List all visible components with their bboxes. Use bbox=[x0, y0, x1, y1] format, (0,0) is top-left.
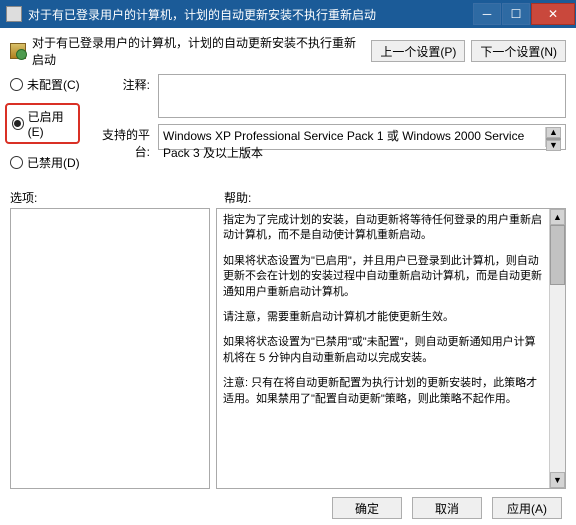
radio-label: 未配置(C) bbox=[27, 76, 80, 93]
radio-not-configured[interactable]: 未配置(C) bbox=[10, 76, 80, 93]
comment-label: 注释: bbox=[90, 74, 150, 93]
help-panel: 指定为了完成计划的安装，自动更新将等待任何登录的用户重新启动计算机，而不是自动使… bbox=[216, 208, 566, 489]
previous-setting-button[interactable]: 上一个设置(P) bbox=[371, 40, 465, 62]
help-paragraph: 请注意，需要重新启动计算机才能使更新生效。 bbox=[223, 310, 543, 325]
radio-disabled[interactable]: 已禁用(D) bbox=[10, 154, 80, 171]
policy-icon bbox=[10, 43, 26, 59]
button-bar: 确定 取消 应用(A) bbox=[10, 489, 566, 519]
scroll-down-icon[interactable]: ▼ bbox=[546, 140, 561, 151]
platform-label: 支持的平台: bbox=[90, 124, 150, 160]
options-label: 选项: bbox=[10, 189, 216, 206]
scrollbar[interactable]: ▲ ▼ bbox=[549, 209, 565, 488]
minimize-button[interactable]: ─ bbox=[473, 3, 501, 25]
window-title: 对于有已登录用户的计算机，计划的自动更新安装不执行重新启动 bbox=[28, 6, 473, 23]
app-icon bbox=[6, 6, 22, 22]
comment-textarea[interactable] bbox=[158, 74, 566, 118]
help-body: 指定为了完成计划的安装，自动更新将等待任何登录的用户重新启动计算机，而不是自动使… bbox=[217, 209, 549, 488]
scroll-up-icon[interactable]: ▲ bbox=[550, 209, 565, 225]
help-paragraph: 如果将状态设置为"已禁用"或"未配置"，则自动更新通知用户计算机将在 5 分钟内… bbox=[223, 335, 543, 366]
next-setting-button[interactable]: 下一个设置(N) bbox=[471, 40, 566, 62]
scroll-down-icon[interactable]: ▼ bbox=[550, 472, 565, 488]
help-paragraph: 如果将状态设置为"已启用"，并且用户已登录到此计算机，则自动更新不会在计划的安装… bbox=[223, 254, 543, 300]
radio-icon bbox=[12, 117, 24, 130]
help-paragraph: 指定为了完成计划的安装，自动更新将等待任何登录的用户重新启动计算机，而不是自动使… bbox=[223, 213, 543, 244]
header-row: 对于有已登录用户的计算机，计划的自动更新安装不执行重新启动 上一个设置(P) 下… bbox=[10, 34, 566, 68]
radio-icon bbox=[10, 78, 23, 91]
title-bar: 对于有已登录用户的计算机，计划的自动更新安装不执行重新启动 ─ ☐ ✕ bbox=[0, 0, 576, 28]
options-panel bbox=[10, 208, 210, 489]
radio-icon bbox=[10, 156, 23, 169]
options-body bbox=[11, 209, 209, 488]
platform-text: Windows XP Professional Service Pack 1 或… bbox=[163, 127, 545, 147]
policy-title: 对于有已登录用户的计算机，计划的自动更新安装不执行重新启动 bbox=[32, 34, 365, 68]
cancel-button[interactable]: 取消 bbox=[412, 497, 482, 519]
platform-box: Windows XP Professional Service Pack 1 或… bbox=[158, 124, 566, 150]
close-button[interactable]: ✕ bbox=[531, 3, 575, 25]
radio-enabled[interactable]: 已启用(E) bbox=[12, 108, 73, 139]
help-paragraph: 注意: 只有在将自动更新配置为执行计划的更新安装时，此策略才适用。如果禁用了"配… bbox=[223, 376, 543, 407]
scroll-up-icon[interactable]: ▲ bbox=[546, 127, 561, 138]
highlight-box: 已启用(E) bbox=[5, 103, 80, 144]
help-label: 帮助: bbox=[224, 189, 566, 206]
radio-label: 已启用(E) bbox=[28, 108, 73, 139]
scroll-thumb[interactable] bbox=[550, 225, 565, 285]
apply-button[interactable]: 应用(A) bbox=[492, 497, 562, 519]
scrollbar[interactable]: ▲ ▼ bbox=[545, 127, 561, 147]
radio-group: 未配置(C) 已启用(E) 已禁用(D) bbox=[10, 74, 80, 181]
maximize-button[interactable]: ☐ bbox=[502, 3, 530, 25]
radio-label: 已禁用(D) bbox=[27, 154, 80, 171]
ok-button[interactable]: 确定 bbox=[332, 497, 402, 519]
